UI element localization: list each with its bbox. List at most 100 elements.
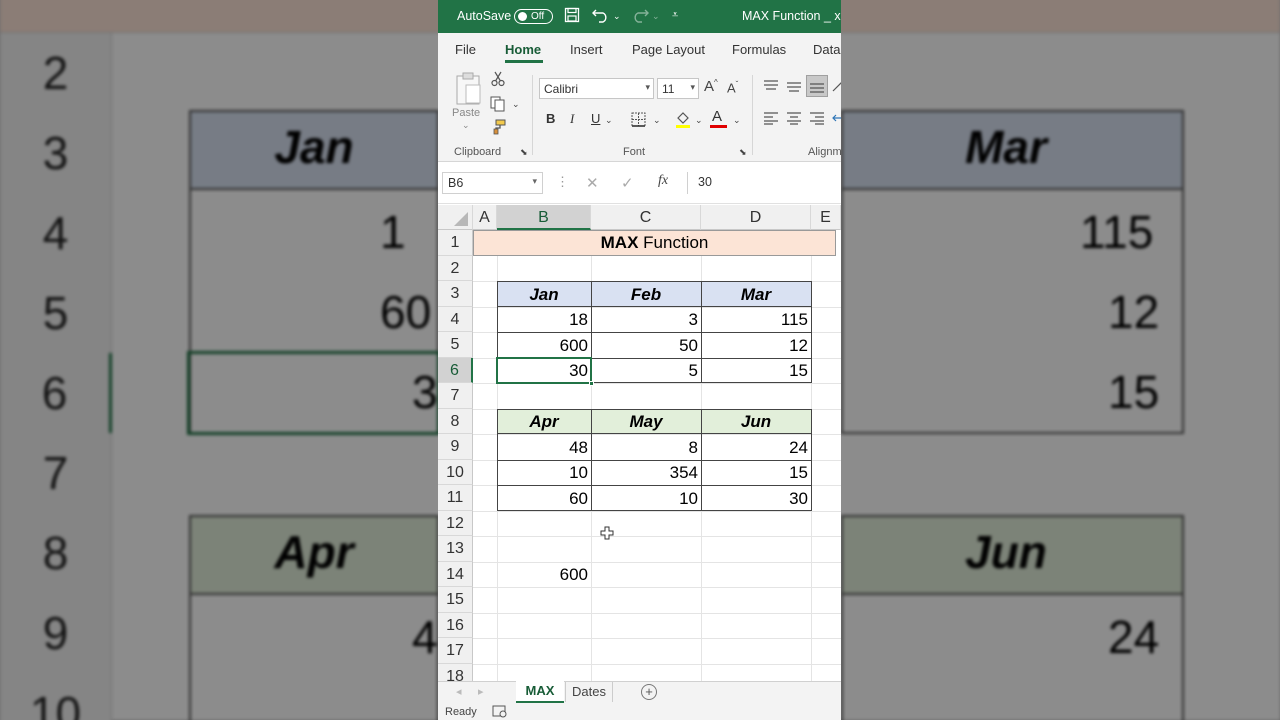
tab-page-layout[interactable]: Page Layout	[632, 42, 705, 57]
row-header[interactable]: 7	[438, 383, 473, 409]
insert-function-icon[interactable]: fx	[658, 173, 668, 189]
align-left-icon[interactable]	[763, 111, 779, 128]
underline-button[interactable]: U	[591, 111, 600, 126]
customize-toolbar-icon[interactable]: ⩡	[672, 9, 678, 22]
save-icon[interactable]	[564, 7, 580, 27]
font-launcher-icon[interactable]: ⬊	[739, 147, 747, 158]
grow-font-icon[interactable]: A^	[704, 78, 718, 95]
header-cell-mar[interactable]: Mar	[701, 282, 811, 307]
autosave-toggle[interactable]: Off	[514, 9, 553, 24]
row-header[interactable]: 14	[438, 562, 473, 587]
data-cell[interactable]: 24	[701, 435, 811, 460]
font-color-icon[interactable]: A	[712, 108, 722, 125]
row-header[interactable]: 15	[438, 587, 473, 613]
row-header[interactable]: 17	[438, 638, 473, 664]
font-size-select[interactable]: 11 ▾	[657, 78, 699, 99]
row-header[interactable]: 1	[438, 230, 473, 256]
paste-icon[interactable]	[454, 71, 484, 107]
row-header[interactable]: 13	[438, 536, 473, 562]
data-cell[interactable]: 3	[591, 307, 701, 332]
undo-icon[interactable]	[592, 7, 610, 27]
clipboard-launcher-icon[interactable]: ⬊	[520, 147, 528, 158]
sheet-title-cell[interactable]: MAX Function	[473, 230, 836, 256]
header-cell-jan[interactable]: Jan	[497, 282, 591, 307]
data-cell[interactable]: 600	[497, 333, 591, 358]
sheet-tab-max[interactable]: MAX	[516, 681, 564, 703]
font-color-dropdown-icon[interactable]: ⌄	[733, 115, 741, 126]
header-cell-feb[interactable]: Feb	[591, 282, 701, 307]
row-header[interactable]: 11	[438, 485, 473, 511]
data-cell[interactable]: 5	[591, 358, 701, 383]
tab-formulas[interactable]: Formulas	[732, 42, 786, 57]
row-header[interactable]: 16	[438, 613, 473, 638]
copy-icon[interactable]	[490, 96, 506, 115]
copy-dropdown-icon[interactable]: ⌄	[512, 99, 520, 110]
scroll-left-icon[interactable]: ◂	[456, 685, 462, 698]
tab-data[interactable]: Data	[813, 42, 840, 57]
borders-dropdown-icon[interactable]: ⌄	[653, 115, 661, 126]
row-header[interactable]: 3	[438, 281, 473, 307]
accessibility-icon[interactable]	[492, 705, 508, 720]
data-cell[interactable]: 15	[701, 358, 811, 383]
row-header[interactable]: 9	[438, 434, 473, 460]
row-header[interactable]: 8	[438, 409, 473, 434]
align-top-icon[interactable]	[763, 79, 779, 96]
font-name-select[interactable]: Calibri ▾	[539, 78, 654, 99]
data-cell[interactable]: 12	[701, 333, 811, 358]
paste-dropdown-icon[interactable]: ⌄	[462, 120, 470, 131]
row-header[interactable]: 18	[438, 664, 473, 681]
add-sheet-icon[interactable]: +	[641, 684, 657, 700]
header-cell-may[interactable]: May	[591, 409, 701, 434]
align-middle-icon[interactable]	[786, 79, 802, 96]
tab-home[interactable]: Home	[505, 42, 541, 57]
orientation-icon[interactable]	[832, 79, 841, 96]
cut-icon[interactable]	[491, 71, 505, 90]
format-painter-icon[interactable]	[490, 119, 506, 138]
tab-file[interactable]: File	[455, 42, 476, 57]
column-header-a[interactable]: A	[473, 205, 497, 230]
data-cell[interactable]: 15	[701, 460, 811, 485]
undo-dropdown-icon[interactable]: ⌄	[613, 11, 621, 22]
row-header[interactable]: 5	[438, 332, 473, 358]
column-header-e[interactable]: E	[811, 205, 841, 230]
align-right-icon[interactable]	[809, 111, 825, 128]
fill-color-dropdown-icon[interactable]: ⌄	[695, 115, 703, 126]
name-box[interactable]: B6 ▾	[442, 172, 543, 194]
column-header-b[interactable]: B	[497, 205, 591, 230]
sheet-tab-dates[interactable]: Dates	[566, 682, 612, 704]
data-cell[interactable]: 60	[497, 486, 591, 511]
fill-handle[interactable]	[589, 381, 594, 386]
row-header[interactable]: 2	[438, 256, 473, 281]
data-cell[interactable]: 18	[497, 307, 591, 332]
row-header[interactable]: 4	[438, 307, 473, 332]
data-cell[interactable]: 50	[591, 333, 701, 358]
data-cell[interactable]: 115	[701, 307, 811, 332]
tab-insert[interactable]: Insert	[570, 42, 603, 57]
italic-button[interactable]: I	[570, 111, 574, 127]
row-header[interactable]: 12	[438, 511, 473, 536]
row-header[interactable]: 6	[438, 358, 473, 383]
align-bottom-icon[interactable]	[806, 75, 828, 97]
data-cell[interactable]: 30	[701, 486, 811, 511]
borders-icon[interactable]	[631, 112, 646, 130]
underline-dropdown-icon[interactable]: ⌄	[605, 115, 613, 126]
data-cell[interactable]: 48	[497, 435, 591, 460]
shrink-font-icon[interactable]: Aˇ	[727, 80, 738, 95]
row-header[interactable]: 10	[438, 460, 473, 485]
select-all-corner[interactable]	[438, 205, 473, 230]
align-center-icon[interactable]	[786, 111, 802, 128]
formula-input[interactable]: 30	[687, 172, 841, 194]
paste-label[interactable]: Paste	[452, 107, 480, 119]
fill-color-icon[interactable]	[675, 110, 691, 131]
data-cell[interactable]: 10	[591, 486, 701, 511]
decrease-indent-icon[interactable]	[832, 111, 841, 128]
data-cell[interactable]: 10	[497, 460, 591, 485]
header-cell-apr[interactable]: Apr	[497, 409, 591, 434]
data-cell[interactable]: 8	[591, 435, 701, 460]
data-cell[interactable]: 354	[591, 460, 701, 485]
scroll-right-icon[interactable]: ▸	[478, 685, 484, 698]
bold-button[interactable]: B	[546, 111, 555, 126]
header-cell-jun[interactable]: Jun	[701, 409, 811, 434]
column-header-c[interactable]: C	[591, 205, 701, 230]
column-header-d[interactable]: D	[701, 205, 811, 230]
